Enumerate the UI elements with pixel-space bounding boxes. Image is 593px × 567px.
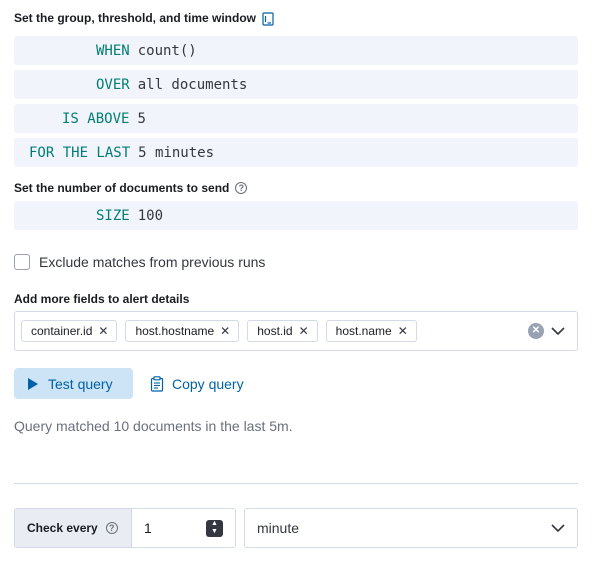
interval-unit-select[interactable]: minute xyxy=(244,508,578,548)
interval-input[interactable]: 1 ▲ ▼ xyxy=(132,509,235,547)
test-query-label: Test query xyxy=(48,375,113,392)
alert-fields-heading-text: Add more fields to alert details xyxy=(14,292,190,306)
play-icon xyxy=(28,377,38,390)
when-keyword: WHEN xyxy=(96,42,130,59)
check-every-field[interactable]: Check every ? 1 ▲ ▼ xyxy=(14,508,236,548)
help-icon[interactable]: ? xyxy=(235,182,248,194)
alert-fields-heading: Add more fields to alert details xyxy=(14,292,189,306)
over-expression[interactable]: OVER all documents xyxy=(14,70,578,99)
remove-field-icon[interactable]: ✕ xyxy=(98,324,108,338)
field-pill-label: host.id xyxy=(257,324,293,338)
size-expression[interactable]: SIZE 100 xyxy=(14,201,578,230)
alert-fields-combobox[interactable]: container.id ✕ host.hostname ✕ host.id ✕… xyxy=(14,311,578,351)
group-threshold-heading: Set the group, threshold, and time windo… xyxy=(14,11,275,26)
field-pill: host.name ✕ xyxy=(325,320,417,342)
copy-query-button[interactable]: Copy query xyxy=(150,368,244,399)
time-window-expression[interactable]: FOR THE LAST 5 minutes xyxy=(14,138,578,167)
exclude-matches-row[interactable]: Exclude matches from previous runs xyxy=(14,254,265,270)
field-pill: host.hostname ✕ xyxy=(125,320,240,342)
field-pill: container.id ✕ xyxy=(21,320,118,342)
interval-value: 1 xyxy=(144,520,152,536)
when-expression[interactable]: WHEN count() xyxy=(14,36,578,65)
group-threshold-heading-text: Set the group, threshold, and time windo… xyxy=(14,11,257,25)
help-icon[interactable]: ? xyxy=(105,522,118,534)
chevron-down-icon xyxy=(551,521,565,535)
time-window-value: 5 minutes xyxy=(138,144,215,161)
field-pill-label: container.id xyxy=(31,324,93,338)
size-heading: Set the number of documents to send ? xyxy=(14,181,248,195)
interval-unit-value: minute xyxy=(257,520,300,536)
over-keyword: OVER xyxy=(96,76,130,93)
clear-all-icon[interactable]: ✕ xyxy=(528,323,544,339)
number-stepper-icon[interactable]: ▲ ▼ xyxy=(206,520,223,537)
copy-query-label: Copy query xyxy=(172,375,244,392)
threshold-value: 5 xyxy=(137,110,146,127)
remove-field-icon[interactable]: ✕ xyxy=(398,324,408,338)
copy-icon xyxy=(150,375,164,392)
documentation-icon[interactable] xyxy=(262,12,275,26)
threshold-expression[interactable]: IS ABOVE 5 xyxy=(14,104,578,133)
check-every-label: Check every xyxy=(27,521,98,535)
over-value: all documents xyxy=(137,76,248,93)
exclude-matches-checkbox[interactable] xyxy=(14,254,30,270)
remove-field-icon[interactable]: ✕ xyxy=(220,324,230,338)
check-every-prepend: Check every ? xyxy=(15,509,132,547)
for-the-last-keyword: FOR THE LAST xyxy=(29,144,131,161)
size-keyword: SIZE xyxy=(96,207,130,224)
remove-field-icon[interactable]: ✕ xyxy=(299,324,309,338)
chevron-down-icon[interactable] xyxy=(551,324,565,338)
size-heading-text: Set the number of documents to send xyxy=(14,181,230,195)
field-pill-label: host.name xyxy=(335,324,392,338)
is-above-keyword: IS ABOVE xyxy=(62,110,130,127)
field-pill-label: host.hostname xyxy=(135,324,215,338)
when-value: count() xyxy=(137,42,197,59)
field-pill: host.id ✕ xyxy=(247,320,318,342)
divider xyxy=(14,483,578,484)
exclude-matches-label[interactable]: Exclude matches from previous runs xyxy=(39,254,265,270)
test-query-button[interactable]: Test query xyxy=(14,368,133,399)
size-value: 100 xyxy=(137,207,164,224)
query-result-text: Query matched 10 documents in the last 5… xyxy=(14,418,293,434)
